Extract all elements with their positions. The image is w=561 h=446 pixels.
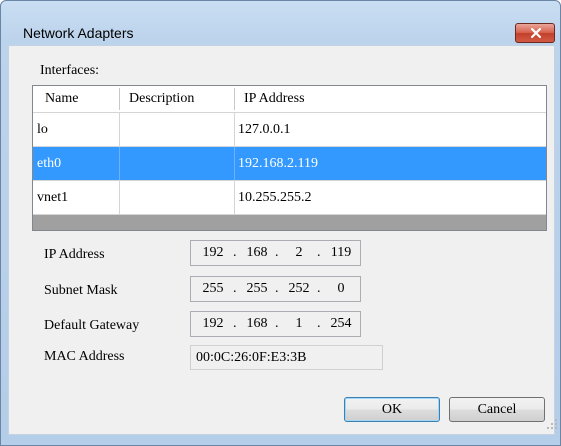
close-button[interactable] <box>515 23 555 43</box>
gateway-octet-4: 254 <box>330 316 352 331</box>
ip-octet-4: 119 <box>330 245 352 260</box>
ip-address-label: IP Address <box>44 247 105 262</box>
interfaces-label: Interfaces: <box>40 63 100 78</box>
title-bar[interactable]: Network Adapters <box>1 1 560 43</box>
list-row-eth0[interactable]: eth0 192.168.2.119 <box>33 147 546 181</box>
list-row-lo[interactable]: lo 127.0.0.1 <box>33 113 546 147</box>
column-header-description[interactable]: Description <box>129 86 194 112</box>
default-gateway-label: Default Gateway <box>44 318 140 333</box>
octet-separator: . <box>233 245 237 260</box>
octet-separator: . <box>233 316 237 331</box>
octet-separator: . <box>317 245 321 260</box>
list-header: Name Description IP Address <box>33 86 546 113</box>
subnet-mask-label: Subnet Mask <box>44 283 118 298</box>
subnet-octet-4: 0 <box>337 281 345 296</box>
octet-separator: . <box>275 281 279 296</box>
cancel-button[interactable]: Cancel <box>449 397 545 422</box>
column-divider[interactable] <box>119 88 120 110</box>
cell-name: vnet1 <box>37 190 69 205</box>
mac-address-label: MAC Address <box>44 349 125 364</box>
octet-separator: . <box>275 245 279 260</box>
cell-divider <box>234 113 235 146</box>
cell-ip: 192.168.2.119 <box>238 156 318 171</box>
resize-grip-icon[interactable] <box>546 418 558 430</box>
octet-separator: . <box>317 281 321 296</box>
subnet-octet-1: 255 <box>202 281 224 296</box>
octet-separator: . <box>275 316 279 331</box>
column-divider[interactable] <box>234 88 235 110</box>
cell-ip: 10.255.255.2 <box>238 190 312 205</box>
ip-octet-3: 2 <box>295 245 303 260</box>
cell-name: eth0 <box>37 156 62 171</box>
cell-divider <box>119 181 120 214</box>
ip-address-field: 192 . 168 . 2 . 119 <box>190 240 361 266</box>
ip-octet-1: 192 <box>202 245 224 260</box>
mac-address-field: 00:0C:26:0F:E3:3B <box>190 345 383 370</box>
ip-octet-2: 168 <box>246 245 268 260</box>
cell-ip: 127.0.0.1 <box>238 122 291 137</box>
gateway-octet-2: 168 <box>246 316 268 331</box>
interfaces-list[interactable]: Name Description IP Address lo 127.0.0.1… <box>32 85 547 231</box>
ok-button[interactable]: OK <box>344 397 440 422</box>
cell-divider <box>119 113 120 146</box>
subnet-octet-2: 255 <box>246 281 268 296</box>
cell-name: lo <box>37 122 48 137</box>
column-header-ip-address[interactable]: IP Address <box>244 86 305 112</box>
subnet-octet-3: 252 <box>288 281 310 296</box>
gateway-octet-3: 1 <box>295 316 303 331</box>
column-header-name[interactable]: Name <box>45 86 78 112</box>
subnet-mask-field: 255 . 255 . 252 . 0 <box>190 276 361 302</box>
window-title: Network Adapters <box>23 25 134 41</box>
close-icon <box>530 27 542 39</box>
cell-divider <box>119 147 120 180</box>
list-row-vnet1[interactable]: vnet1 10.255.255.2 <box>33 181 546 215</box>
gateway-octet-1: 192 <box>202 316 224 331</box>
cell-divider <box>234 147 235 180</box>
octet-separator: . <box>317 316 321 331</box>
octet-separator: . <box>233 281 237 296</box>
default-gateway-field: 192 . 168 . 1 . 254 <box>190 311 361 337</box>
cell-divider <box>234 181 235 214</box>
